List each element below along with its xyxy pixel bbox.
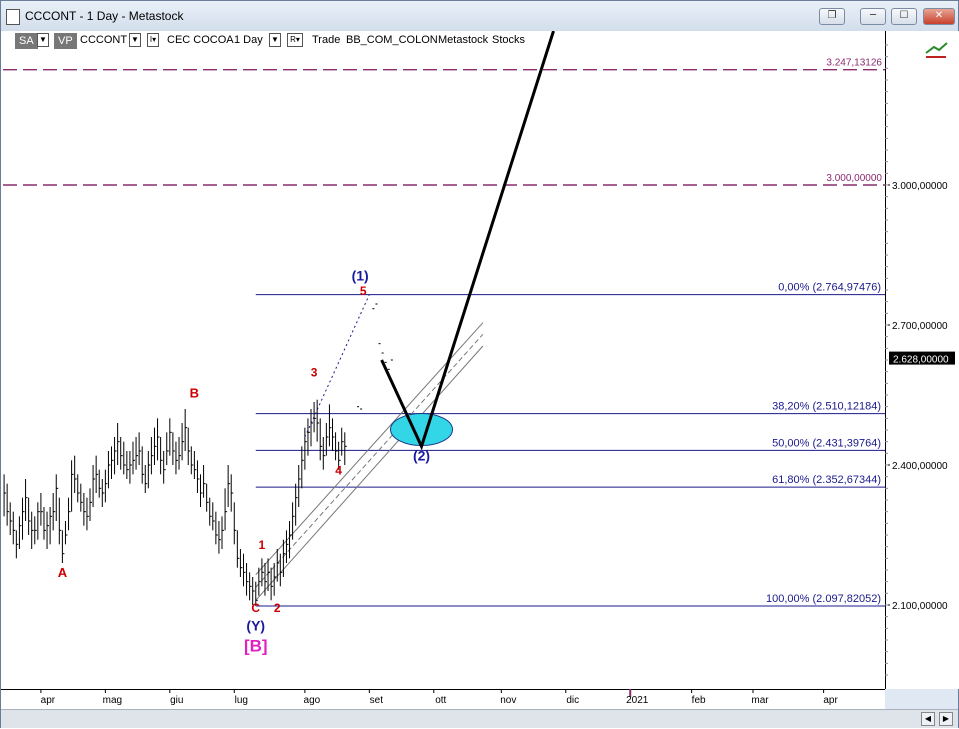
projection-path xyxy=(380,31,555,451)
wave-label: (Y) xyxy=(246,618,265,634)
time-axis-label: lug xyxy=(235,695,248,706)
fib-level-label: 100,00% (2.097,82052) xyxy=(766,593,881,605)
time-axis-label: apr xyxy=(41,695,56,706)
horizontal-level-label: 3.000,00000 xyxy=(826,173,882,184)
wave-label: 1 xyxy=(259,538,266,552)
wave-label: 5 xyxy=(360,284,367,298)
wave-label: A xyxy=(58,565,68,580)
price-axis-label: 3.000,00000 xyxy=(892,181,948,192)
wave-label: B xyxy=(190,385,199,400)
wave-label: (1) xyxy=(352,268,369,284)
last-price-label: 2.628,00000 xyxy=(893,355,949,366)
fib-level-label: 38,20% (2.510,12184) xyxy=(772,401,881,413)
time-axis-label: 2021 xyxy=(626,695,649,706)
fib-level-label: 61,80% (2.352,67344) xyxy=(772,474,881,486)
wave-label: 4 xyxy=(335,463,342,477)
time-axis-label: mar xyxy=(751,695,769,706)
chart-svg: 3.247,13126 3.000,00000 0,00% (2.764,97476… xyxy=(3,31,955,706)
price-axis-label: 2.100,00000 xyxy=(892,601,948,612)
time-axis-label: feb xyxy=(692,695,706,706)
wave-label: 3 xyxy=(311,365,318,379)
price-axis-label: 2.400,00000 xyxy=(892,461,948,472)
time-axis-label: giu xyxy=(170,695,183,706)
target-zone-ellipse xyxy=(390,413,454,447)
time-axis-label: mag xyxy=(103,695,122,706)
wave-label: 2 xyxy=(274,601,281,615)
time-axis-label: dic xyxy=(566,695,579,706)
fib-level-label: 0,00% (2.764,97476) xyxy=(778,282,881,294)
time-axis-label: apr xyxy=(823,695,838,706)
chart-window: CCCONT - 1 Day - Metastock ❐ ─ ☐ ✕ SA ▼ … xyxy=(0,0,959,728)
trend-icon xyxy=(925,42,948,54)
time-axis-label: ott xyxy=(435,695,446,706)
time-axis-label: ago xyxy=(304,695,321,706)
wave-label: (2) xyxy=(413,447,430,463)
channel-line xyxy=(255,345,484,601)
wave-label: [B] xyxy=(244,637,268,656)
wave-label: C xyxy=(251,601,260,615)
horizontal-level-label: 3.247,13126 xyxy=(826,58,882,69)
fib-level-label: 50,00% (2.431,39764) xyxy=(772,437,881,449)
price-axis-label: 2.700,00000 xyxy=(892,321,948,332)
time-axis-label: nov xyxy=(500,695,516,706)
time-axis-label: set xyxy=(370,695,384,706)
